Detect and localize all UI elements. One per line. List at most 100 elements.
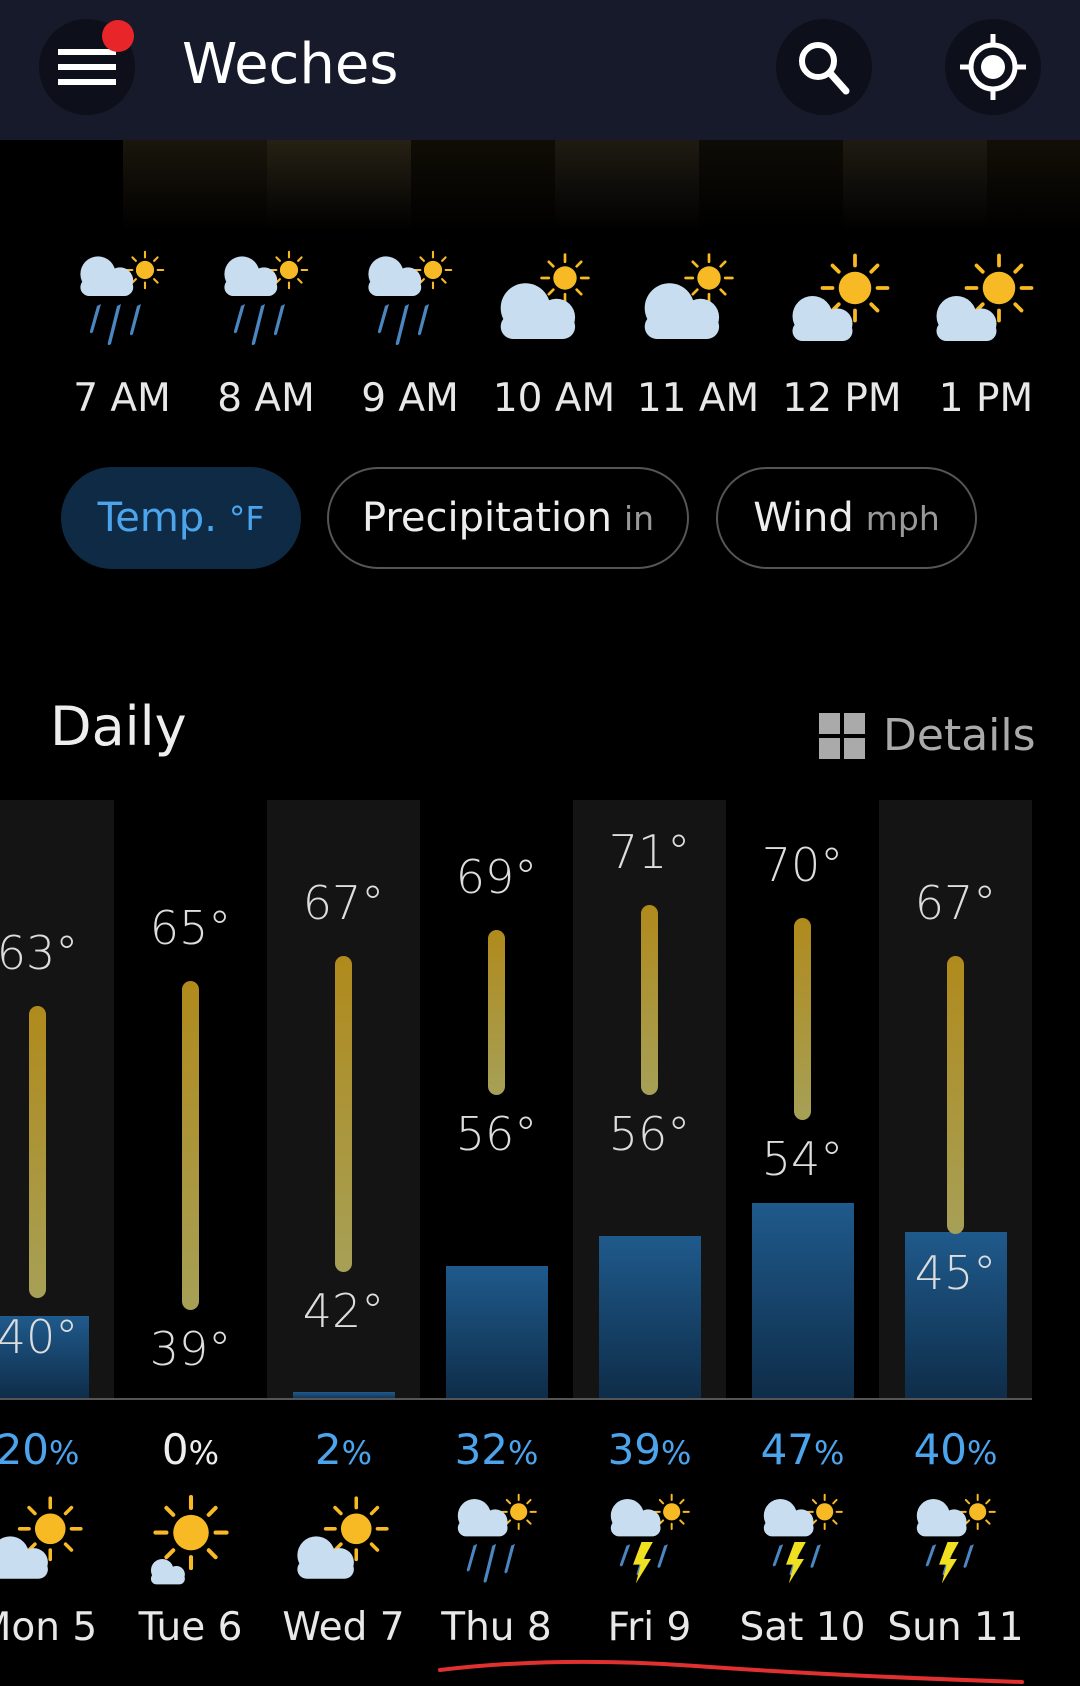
tab-precipitation[interactable]: Precipitation in [327,467,689,569]
precip-chance: 39% [607,1425,692,1474]
tab-label: Wind [753,495,854,541]
hourly-item[interactable]: 1 PM [914,250,1058,421]
daily-column[interactable]: 63° 40° [0,800,114,1398]
mostly-cloudy-icon [644,253,734,339]
hourly-column [267,140,411,231]
temp-range-bar [794,917,811,1121]
thunderstorm-partly-sunny-icon [763,1493,843,1584]
tab-unit: in [623,498,655,538]
hourly-chart-strip [123,140,1080,231]
high-temp-label: 69° [455,850,538,905]
notification-dot [102,20,134,52]
daily-column[interactable]: 69° 56° [420,800,573,1398]
rain-partly-sunny-icon [368,250,453,346]
precip-bar [445,1265,548,1398]
grid-icon [819,712,865,759]
hourly-item[interactable]: 10 AM [482,250,626,421]
precip-bar [292,1391,395,1398]
red-annotation-underline [438,1659,1024,1684]
daily-item[interactable]: 47% Sat 10 [726,1425,879,1650]
precip-chance: 40% [913,1425,998,1474]
high-temp-label: 70° [761,837,844,892]
precip-chance: 32% [454,1425,539,1474]
temp-range-bar [182,981,199,1311]
precip-chance: 2% [314,1425,373,1474]
hour-label: 11 AM [636,376,760,421]
day-label: Mon 5 [0,1605,98,1650]
hourly-item[interactable]: 7 AM [50,250,194,421]
precip-chance: 47% [760,1425,845,1474]
mostly-cloudy-icon [500,253,590,339]
daily-column[interactable]: 70° 54° [726,800,879,1398]
partly-sunny-icon [0,1496,83,1579]
precip-chance: 0% [161,1425,220,1474]
location-title: Weches [182,32,399,97]
daily-item[interactable]: 40% Sun 11 [879,1425,1032,1650]
hour-label: 10 AM [492,376,616,421]
rain-partly-sunny-icon [224,250,309,346]
low-temp-label: 40° [0,1309,79,1364]
precip-bar [598,1236,701,1398]
hour-label: 12 PM [782,376,902,421]
daily-item[interactable]: 0% Tue 6 [114,1425,267,1650]
location-target-icon [960,34,1026,100]
low-temp-label: 54° [761,1132,844,1187]
hourly-column [555,140,699,231]
low-temp-label: 39° [149,1322,232,1377]
day-label: Tue 6 [138,1605,243,1650]
daily-temperature-chart: 63° 40° 65° 39° 67° 42° 69° 56° 71° 56° 70° 54° 67° 4… [0,800,1032,1400]
thunderstorm-partly-sunny-icon [916,1493,996,1584]
hamburger-menu-icon [58,49,116,85]
hourly-column [123,140,267,231]
precip-chance: 20% [0,1425,80,1474]
daily-item[interactable]: 39% Fri 9 [573,1425,726,1650]
high-temp-label: 67° [914,875,997,930]
day-label: Sat 10 [739,1605,866,1650]
precip-bar [751,1202,854,1398]
day-label: Sun 11 [887,1605,1024,1650]
hourly-item[interactable]: 11 AM [626,250,770,421]
temp-range-bar [335,955,352,1273]
hour-label: 9 AM [361,376,459,421]
temp-range-bar [947,955,964,1235]
high-temp-label: 63° [0,926,79,981]
daily-column[interactable]: 67° 42° [267,800,420,1398]
day-label: Fri 9 [607,1605,692,1650]
temp-range-bar [641,905,658,1096]
tab-label: Precipitation [361,495,612,541]
tab-unit: mph [865,498,940,538]
rain-partly-sunny-icon [457,1493,537,1583]
search-icon [799,42,850,95]
hourly-column [699,140,843,231]
daily-item[interactable]: 32% Thu 8 [420,1425,573,1650]
thunderstorm-partly-sunny-icon [610,1493,690,1584]
details-label: Details [883,710,1036,761]
daily-column[interactable]: 67° 45° [879,800,1032,1398]
tab-temp[interactable]: Temp. °F [61,467,301,569]
sunny-icon [150,1493,243,1585]
low-temp-label: 56° [455,1107,538,1162]
rain-partly-sunny-icon [80,250,165,346]
current-location-button[interactable] [945,19,1041,115]
partly-sunny-icon [936,253,1034,341]
high-temp-label: 65° [149,901,232,956]
daily-item[interactable]: 2% Wed 7 [267,1425,420,1650]
tab-unit: °F [228,498,265,538]
hourly-item[interactable]: 9 AM [338,250,482,421]
temp-range-bar [488,930,505,1096]
day-label: Thu 8 [441,1605,552,1650]
daily-item[interactable]: 20% Mon 5 [0,1425,114,1650]
search-button[interactable] [776,19,872,115]
details-button[interactable]: Details [819,710,1036,761]
hourly-item[interactable]: 8 AM [194,250,338,421]
tab-wind[interactable]: Wind mph [716,467,977,569]
hourly-column [987,140,1080,231]
daily-column[interactable]: 71° 56° [573,800,726,1398]
hour-label: 7 AM [73,376,171,421]
daily-title: Daily [50,695,187,758]
hourly-item[interactable]: 12 PM [770,250,914,421]
high-temp-label: 67° [302,875,385,930]
daily-column[interactable]: 65° 39° [114,800,267,1398]
day-label: Wed 7 [282,1605,405,1650]
hourly-column [411,140,555,231]
